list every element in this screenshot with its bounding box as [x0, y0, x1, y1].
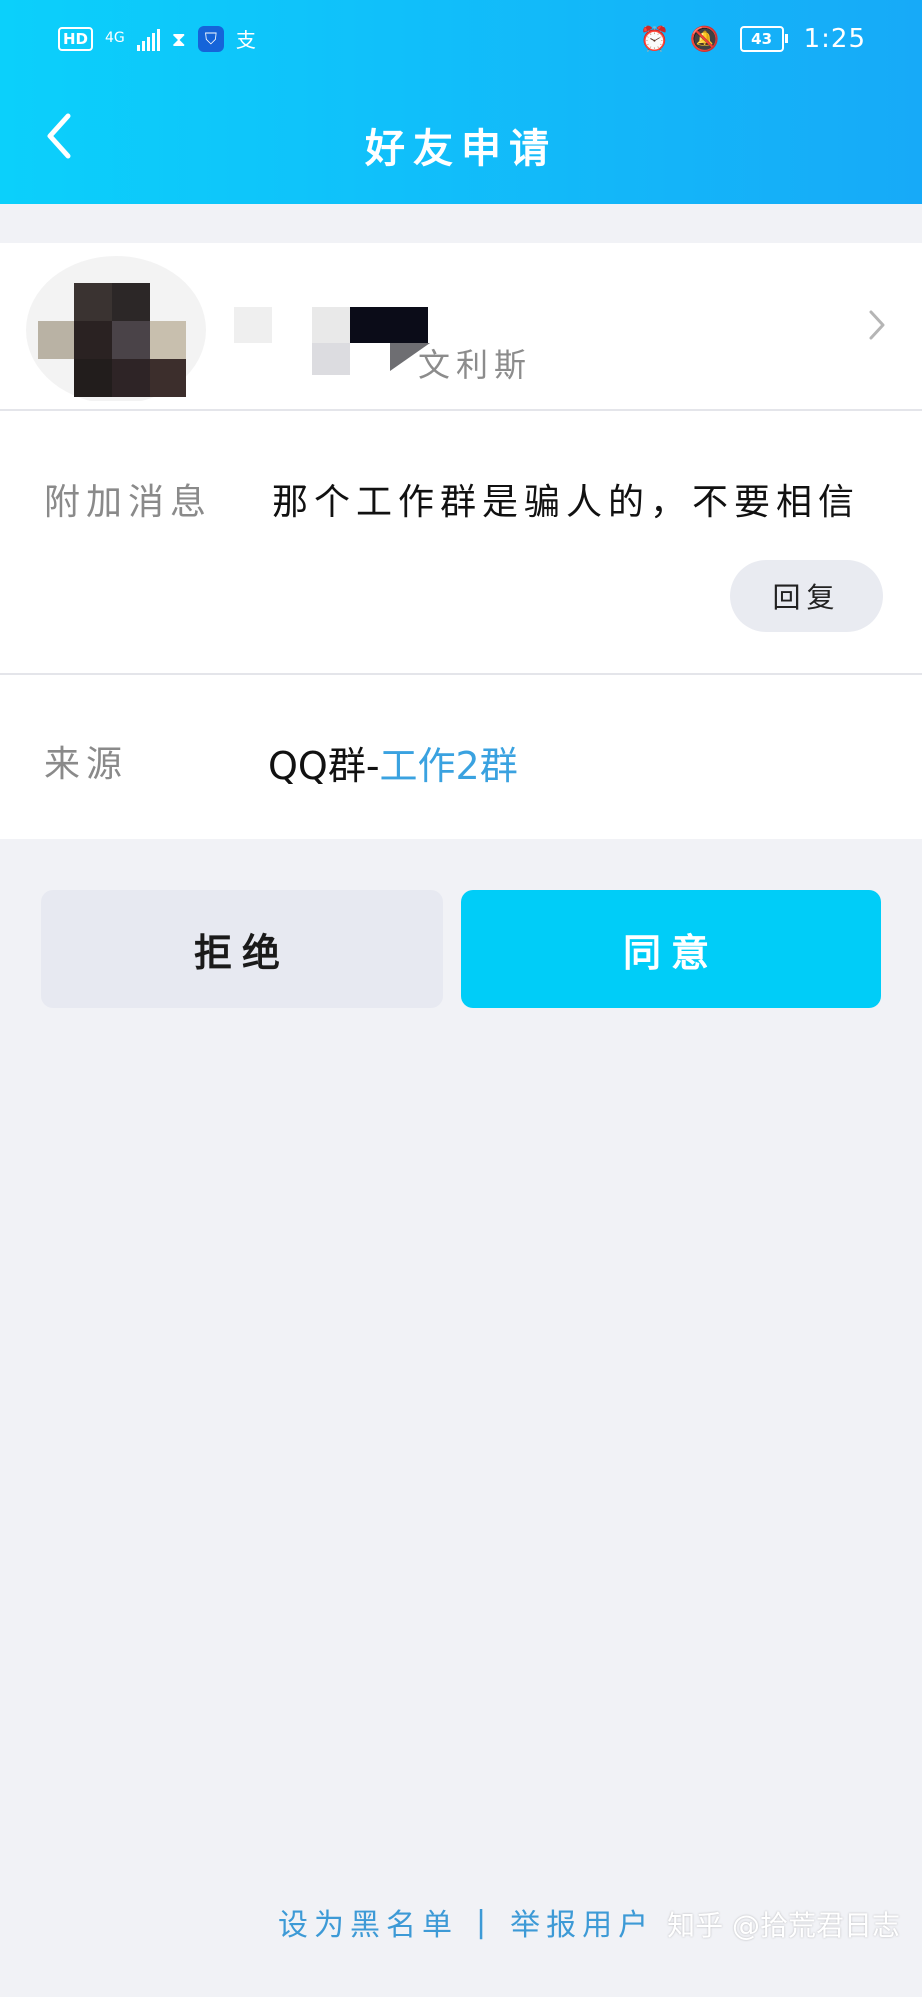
report-user-link[interactable]: 举报用户 [510, 1900, 654, 1944]
requester-name: 文利斯 [418, 346, 533, 384]
status-time: 1:25 [803, 24, 866, 54]
footer-separator: | [476, 1904, 493, 1940]
page-title: 好友申请 [365, 126, 557, 172]
reply-button[interactable]: 回复 [730, 560, 883, 632]
avatar [26, 256, 206, 401]
message-label: 附加消息 [44, 482, 213, 523]
accept-button[interactable]: 同意 [461, 890, 881, 1008]
source-label: 来源 [44, 744, 129, 785]
battery-icon: 43 [739, 26, 788, 52]
source-value: QQ群-工作2群 [268, 735, 518, 790]
shield-icon: ⛉ [197, 25, 224, 52]
hd-badge: HD [58, 26, 94, 51]
status-bar: HD 4G ⧗ ⛉ 支 ⏰ 🔕 43 1:25 [0, 18, 922, 60]
source-group-link[interactable]: 工作2群 [380, 744, 518, 788]
hourglass-icon: ⧗ [171, 26, 186, 51]
signal-icon [136, 27, 160, 51]
alipay-icon: 支 [235, 28, 256, 52]
status-right: ⏰ 🔕 43 1:25 [640, 24, 866, 54]
source-prefix: QQ群- [268, 744, 380, 788]
chevron-right-icon [869, 310, 885, 340]
alarm-icon: ⏰ [639, 25, 670, 53]
battery-level: 43 [751, 30, 773, 48]
network-type: 4G [105, 30, 125, 46]
app-header: HD 4G ⧗ ⛉ 支 ⏰ 🔕 43 1:25 好友申请 [0, 0, 922, 204]
message-section: 附加消息 那个工作群是骗人的，不要相信 回复 [0, 411, 922, 673]
footer-links: 设为黑名单 | 举报用户 [278, 1900, 654, 1944]
status-left: HD 4G ⧗ ⛉ 支 [58, 24, 256, 53]
mute-bell-icon: 🔕 [689, 25, 720, 53]
watermark: 知乎 @拾荒君日志 [667, 1909, 900, 1942]
name-pixelated [234, 307, 430, 375]
blacklist-link[interactable]: 设为黑名单 [278, 1900, 458, 1944]
message-text: 那个工作群是骗人的，不要相信 [272, 482, 861, 523]
source-section: 来源 QQ群-工作2群 [0, 675, 922, 839]
reject-button[interactable]: 拒绝 [41, 890, 443, 1008]
